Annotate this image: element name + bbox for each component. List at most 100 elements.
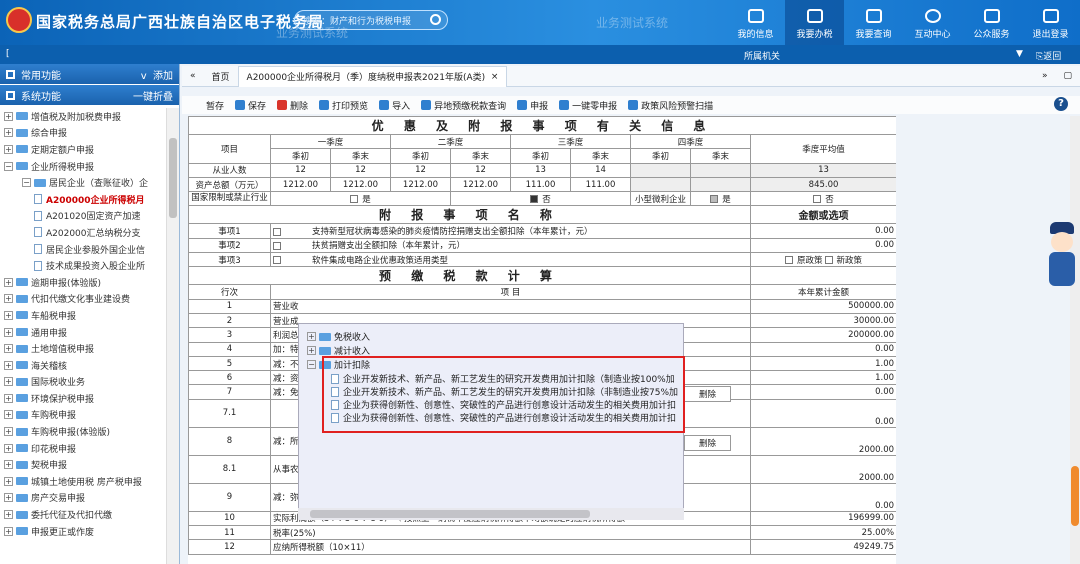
nav-query[interactable]: 我要查询 (844, 0, 903, 45)
row-amount[interactable]: 0.00 (749, 398, 896, 428)
policy-type-options[interactable]: 原政策 新政策 (749, 252, 896, 268)
help-icon[interactable]: ? (1054, 97, 1068, 111)
employee-cell[interactable]: 12 (390, 162, 451, 178)
sidebar-tree-item[interactable]: + 城镇土地使用税 房产税申报 (0, 473, 166, 490)
nav-interaction[interactable]: 互动中心 (903, 0, 962, 45)
sidebar-tree-item[interactable]: + 房产交易申报 (0, 490, 166, 507)
assets-cell[interactable]: 1212.00 (270, 176, 331, 193)
collapse-icon[interactable]: − (22, 178, 31, 188)
employee-cell[interactable]: 12 (330, 162, 391, 178)
sidebar-tree-item[interactable]: + 契税申报 (0, 456, 166, 473)
employee-cell[interactable]: 12 (450, 162, 511, 178)
sidebar-tree-item[interactable]: + 车购税申报(体验版) (0, 423, 166, 440)
tab-a200000[interactable]: A200000企业所得税月（季）度纳税申报表2021年版(A类) × (237, 65, 508, 87)
scrollbar-thumb[interactable] (169, 138, 177, 218)
search-icon[interactable] (430, 14, 441, 25)
sidebar-tree-item[interactable]: + 车购税申报 (0, 407, 166, 424)
nav-do-tax[interactable]: 我要办税 (785, 0, 844, 45)
tab-home[interactable]: 首页 (204, 66, 238, 87)
checkbox[interactable] (785, 256, 794, 265)
expand-icon[interactable]: + (4, 410, 13, 420)
toolbar-button[interactable]: 政策风险预警扫描 (628, 99, 713, 112)
restricted-no-option[interactable]: 否 (450, 191, 631, 207)
sidebar-tree-item[interactable]: + 通用申报 (0, 324, 166, 341)
assets-cell[interactable]: 111.00 (510, 176, 571, 193)
system-functions-header[interactable]: 系统功能 一键折叠 (0, 85, 179, 106)
small-yes-option[interactable]: 是 (690, 191, 751, 207)
expand-icon[interactable]: + (4, 327, 13, 337)
expand-icon[interactable]: + (4, 493, 13, 503)
expand-icon[interactable]: + (4, 443, 13, 453)
nav-logout[interactable]: 退出登录 (1021, 0, 1080, 45)
assets-cell[interactable]: 1212.00 (330, 176, 391, 193)
collapse-icon[interactable]: − (4, 161, 13, 171)
sidebar-scrollbar[interactable] (166, 108, 179, 564)
sidebar-tree-item[interactable]: A200000企业所得税月 (0, 191, 166, 208)
sidebar-tree-item[interactable]: + 综合申报 (0, 125, 166, 142)
row-amount[interactable]: 25.00% (749, 525, 896, 541)
tab-prev-button[interactable]: « (182, 66, 204, 87)
toolbar-button[interactable]: 一键零申报 (559, 99, 617, 112)
assets-cell[interactable]: 1212.00 (390, 176, 451, 193)
attach-value[interactable]: 0.00 (749, 237, 896, 254)
expand-icon[interactable]: + (4, 344, 13, 354)
window-icon[interactable]: ▢ (1055, 66, 1080, 87)
row-amount[interactable]: 500000.00 (749, 298, 896, 314)
row-amount[interactable]: 1.00 (749, 370, 896, 386)
popup-horizontal-scrollbar[interactable] (298, 508, 684, 520)
checkbox-checked[interactable] (710, 195, 719, 204)
expand-icon[interactable]: + (4, 427, 13, 437)
nav-public-service[interactable]: 公众服务 (962, 0, 1021, 45)
delete-button[interactable]: 删除 (684, 386, 732, 403)
common-functions-header[interactable]: 常用功能 v 添加 (0, 64, 179, 85)
expand-icon[interactable]: + (4, 111, 13, 121)
checkbox[interactable] (273, 256, 281, 265)
restricted-yes-option[interactable]: 是 (270, 191, 451, 207)
assets-cell[interactable]: 1212.00 (450, 176, 511, 193)
expand-icon[interactable]: + (4, 460, 13, 470)
sidebar-tree-item[interactable]: + 定期定额户申报 (0, 141, 166, 158)
row-amount[interactable]: 49249.75 (749, 539, 896, 555)
row-amount[interactable]: 2000.00 (749, 454, 896, 484)
assets-cell[interactable]: 111.00 (570, 176, 631, 193)
sidebar-tree-item[interactable]: + 增值税及附加税费申报 (0, 108, 166, 125)
expand-icon[interactable]: + (4, 510, 13, 520)
checkbox[interactable] (350, 195, 359, 204)
nav-my-info[interactable]: 我的信息 (726, 0, 785, 45)
add-button[interactable]: v 添加 (141, 67, 173, 82)
sidebar-tree-item[interactable]: A202000汇总纳税分支 (0, 224, 166, 241)
row-amount[interactable]: 2000.00 (749, 426, 896, 456)
page-scrollbar[interactable] (1070, 116, 1080, 564)
row-amount[interactable]: 0.00 (749, 482, 896, 512)
sidebar-tree-item[interactable]: A201020固定资产加速 (0, 208, 166, 225)
expand-icon[interactable]: + (4, 377, 13, 387)
employee-cell[interactable]: 12 (270, 162, 331, 178)
employee-cell[interactable]: 13 (510, 162, 571, 178)
expand-icon[interactable]: + (4, 393, 13, 403)
popup-tree-item[interactable]: + 免税收入 (307, 330, 370, 343)
scrollbar-thumb[interactable] (1071, 466, 1079, 526)
sidebar-tree-item[interactable]: + 委托代征及代扣代缴 (0, 506, 166, 523)
scrollbar-thumb[interactable] (310, 510, 590, 518)
attach-value[interactable]: 0.00 (749, 223, 896, 239)
expand-icon[interactable]: + (4, 144, 13, 154)
sidebar-tree-item[interactable]: 技术成果投资入股企业所 (0, 257, 166, 274)
sidebar-tree-item[interactable]: + 印花税申报 (0, 440, 166, 457)
toolbar-button[interactable]: 暂存 (206, 99, 224, 112)
checkbox[interactable] (273, 227, 281, 236)
toolbar-button[interactable]: 异地预缴税款查询 (421, 99, 506, 112)
sidebar-tree-item[interactable]: + 国际税收业务 (0, 374, 166, 391)
collapse-all-button[interactable]: 一键折叠 (133, 88, 173, 103)
row-amount[interactable]: 196999.00 (749, 510, 896, 527)
expand-icon[interactable]: + (307, 346, 316, 355)
sidebar-tree-item[interactable]: + 土地增值税申报 (0, 340, 166, 357)
assistant-mascot[interactable] (1044, 222, 1080, 288)
expand-icon[interactable]: + (4, 476, 13, 486)
expand-icon[interactable]: + (4, 128, 13, 138)
toolbar-button[interactable]: 保存 (235, 99, 266, 112)
toolbar-button[interactable]: 打印预览 (319, 99, 368, 112)
row-amount[interactable]: 200000.00 (749, 327, 896, 343)
checkbox-checked[interactable] (530, 195, 539, 204)
expand-icon[interactable]: + (307, 332, 316, 341)
attach-item-desc[interactable]: 扶贫捐赠支出全额扣除（本年累计，元） (270, 237, 751, 254)
